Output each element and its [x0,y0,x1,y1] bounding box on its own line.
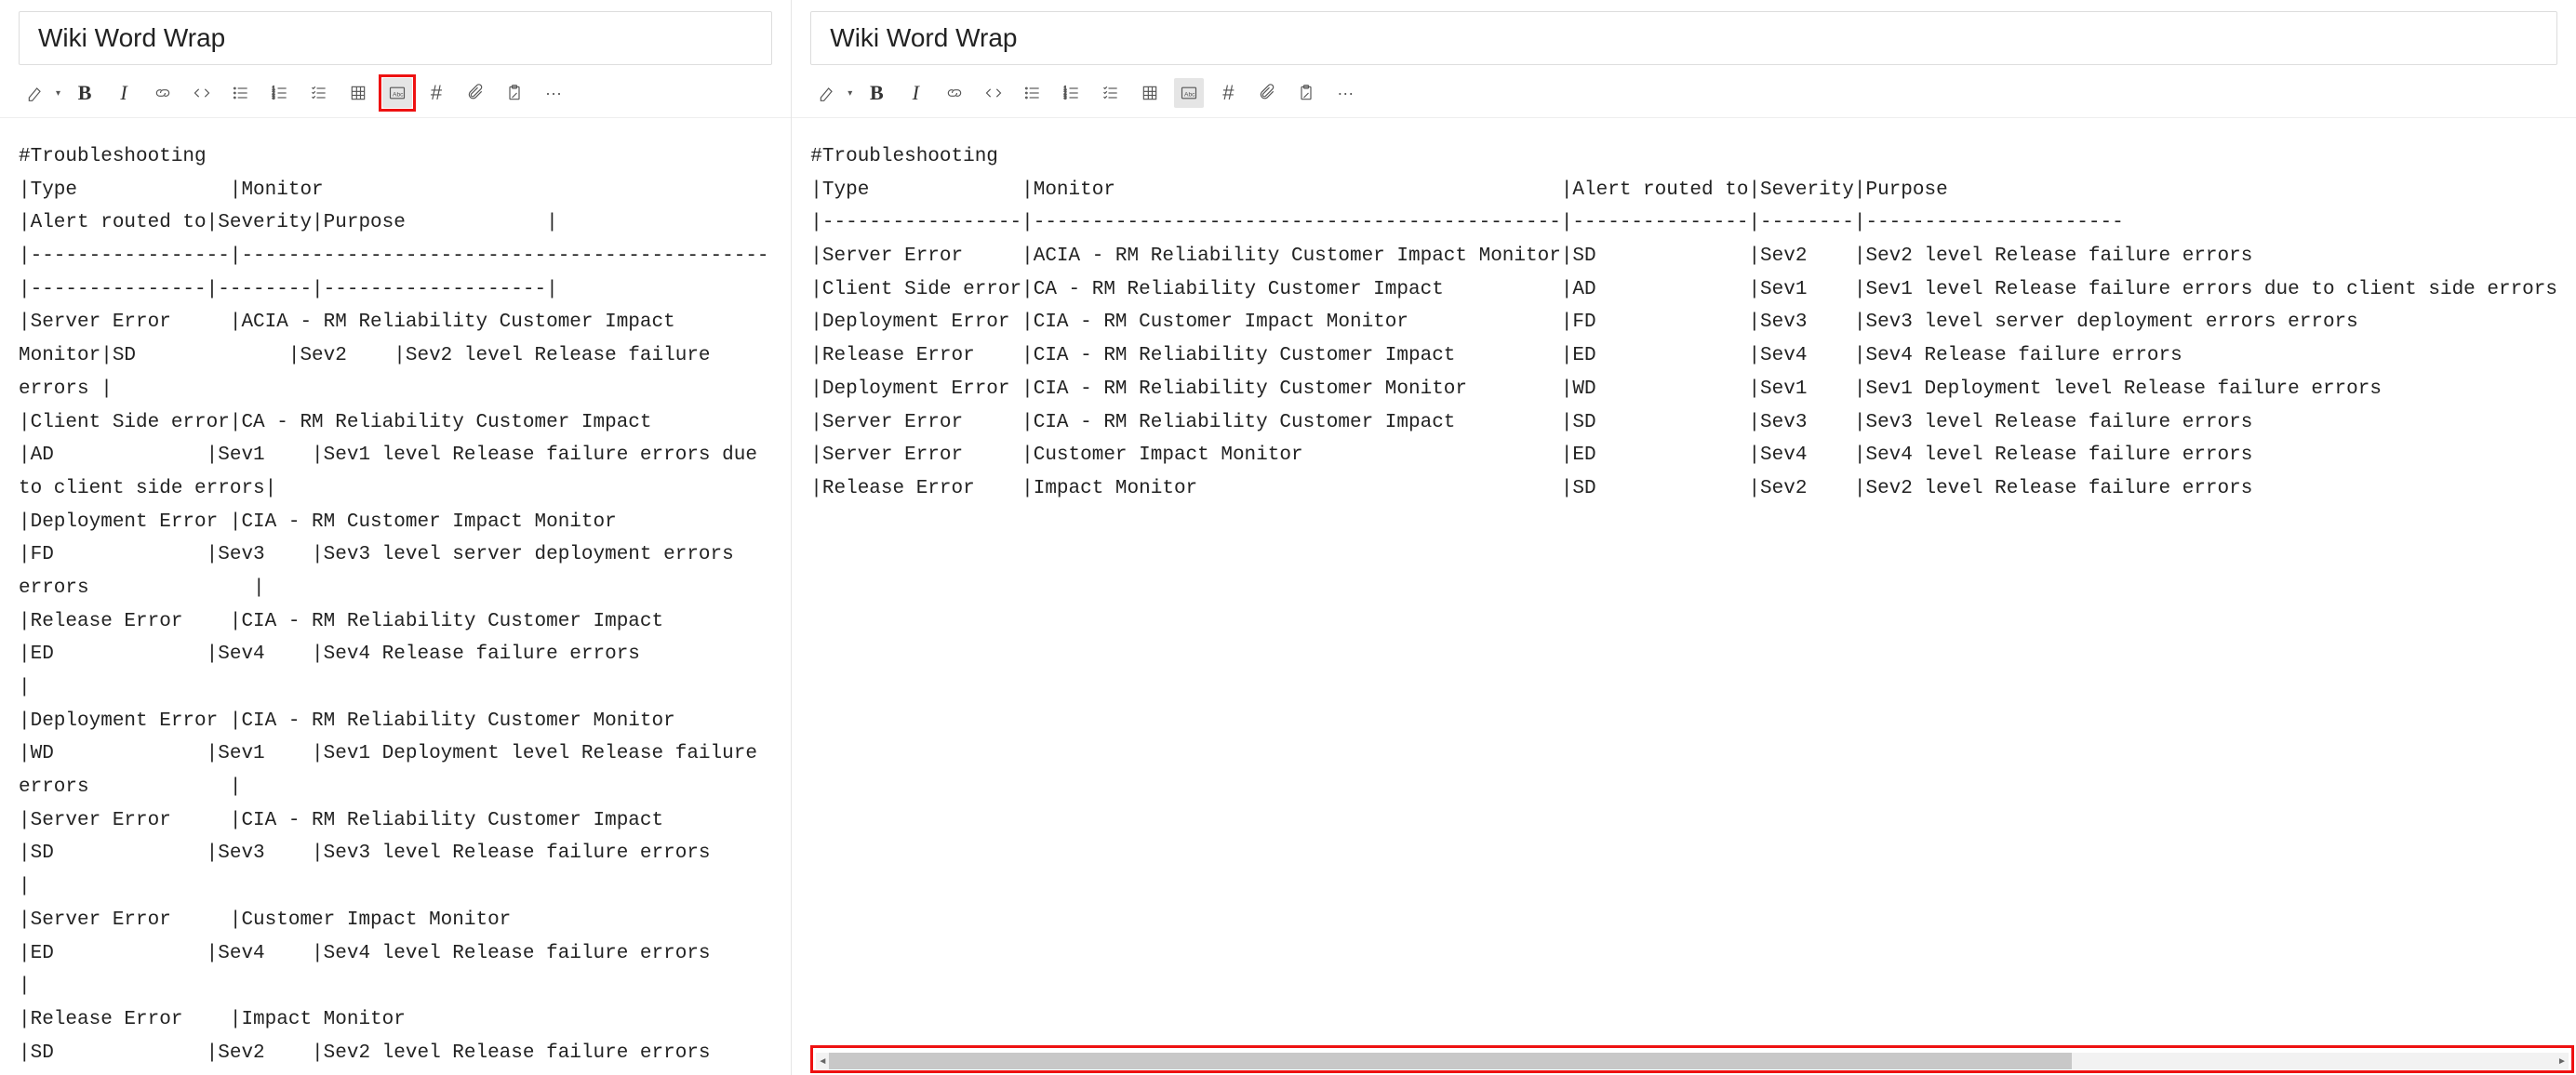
chevron-down-icon: ▾ [848,88,852,99]
svg-text:3: 3 [1064,96,1067,101]
more-options-button[interactable]: ··· [1330,78,1360,108]
numbered-list-button[interactable]: 123 [265,78,295,108]
mention-button[interactable]: # [1213,78,1243,108]
bullet-list-button[interactable] [1018,78,1048,108]
scroll-thumb[interactable] [829,1053,2072,1069]
scroll-left-arrow[interactable]: ◄ [816,1055,829,1068]
paste-button[interactable] [1291,78,1321,108]
svg-text:3: 3 [273,96,275,101]
svg-text:Abc: Abc [393,91,404,98]
paste-button[interactable] [500,78,529,108]
table-button[interactable] [1135,78,1165,108]
bold-button[interactable]: B [861,78,891,108]
bold-button[interactable]: B [70,78,100,108]
svg-text:Abc: Abc [1184,91,1195,98]
link-button[interactable] [940,78,969,108]
scroll-right-arrow[interactable]: ► [2556,1055,2569,1068]
wiki-editor-pane-left: Wiki Word Wrap ▾ B I 123 Abc # [0,0,792,1075]
bullet-list-button[interactable] [226,78,256,108]
word-wrap-toggle[interactable]: Abc [382,78,412,108]
word-wrap-toggle[interactable]: Abc [1174,78,1204,108]
editor-content-wrapped[interactable]: #Troubleshooting |Type |Monitor |Alert r… [0,118,791,1075]
format-paint-dropdown[interactable] [812,78,842,108]
numbered-list-button[interactable]: 123 [1057,78,1087,108]
more-options-button[interactable]: ··· [539,78,568,108]
editor-content-nowrap[interactable]: #Troubleshooting |Type |Monitor |Alert r… [792,118,2576,1075]
link-button[interactable] [148,78,178,108]
code-button[interactable] [979,78,1008,108]
code-button[interactable] [187,78,217,108]
chevron-down-icon: ▾ [56,88,60,99]
scroll-track[interactable] [829,1053,2556,1069]
page-title-input[interactable]: Wiki Word Wrap [810,11,2557,65]
format-paint-dropdown[interactable] [20,78,50,108]
editor-toolbar: ▾ B I 123 Abc # ··· [0,65,791,118]
wiki-editor-pane-right: Wiki Word Wrap ▾ B I 123 Abc # [792,0,2576,1075]
editor-toolbar: ▾ B I 123 Abc # ··· [792,65,2576,118]
horizontal-scrollbar[interactable]: ◄ ► [816,1053,2569,1069]
checklist-button[interactable] [304,78,334,108]
checklist-button[interactable] [1096,78,1126,108]
attachment-button[interactable] [460,78,490,108]
italic-button[interactable]: I [901,78,930,108]
table-button[interactable] [343,78,373,108]
mention-button[interactable]: # [421,78,451,108]
italic-button[interactable]: I [109,78,139,108]
page-title-input[interactable]: Wiki Word Wrap [19,11,772,65]
attachment-button[interactable] [1252,78,1282,108]
